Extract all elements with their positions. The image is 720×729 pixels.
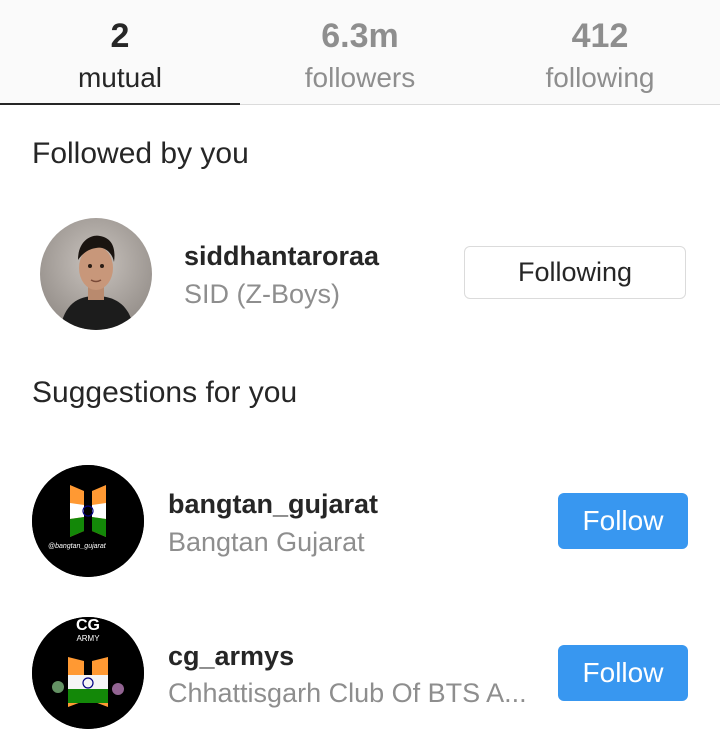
tab-following[interactable]: 412 following: [480, 0, 720, 104]
full-name: SID (Z-Boys): [184, 279, 341, 309]
avatar-photo: [40, 218, 152, 330]
avatar-label-cg: CG: [76, 617, 100, 634]
avatar-watermark: @bangtan_gujarat: [48, 543, 106, 550]
avatar[interactable]: CG ARMY: [32, 617, 144, 729]
profile-tabs: 2 mutual 6.3m followers 412 following: [0, 0, 720, 105]
section-title-followed-by-you: Followed by you: [32, 137, 249, 170]
username[interactable]: siddhantaroraa: [184, 240, 379, 272]
full-name: Chhattisgarh Club Of BTS A...: [168, 678, 527, 708]
follow-button[interactable]: Follow: [558, 645, 688, 701]
followers-count: 6.3m: [321, 17, 399, 55]
avatar[interactable]: [40, 218, 152, 330]
mutual-count: 2: [110, 17, 130, 55]
following-label: following: [545, 62, 655, 93]
tab-followers[interactable]: 6.3m followers: [240, 0, 480, 104]
mutual-label: mutual: [77, 62, 163, 93]
tab-mutual[interactable]: 2 mutual: [0, 0, 240, 105]
follow-button[interactable]: Follow: [558, 493, 688, 549]
active-tab-indicator: [0, 103, 240, 105]
full-name: Bangtan Gujarat: [168, 527, 365, 557]
bts-flag-logo-icon: [32, 465, 144, 577]
followers-label: followers: [304, 62, 416, 93]
following-count: 412: [571, 17, 629, 55]
section-title-suggestions: Suggestions for you: [32, 376, 298, 409]
avatar[interactable]: @bangtan_gujarat: [32, 465, 144, 577]
username[interactable]: cg_armys: [168, 640, 294, 672]
avatar-label-army: ARMY: [76, 634, 100, 643]
following-button[interactable]: Following: [464, 246, 686, 299]
username[interactable]: bangtan_gujarat: [168, 488, 378, 520]
